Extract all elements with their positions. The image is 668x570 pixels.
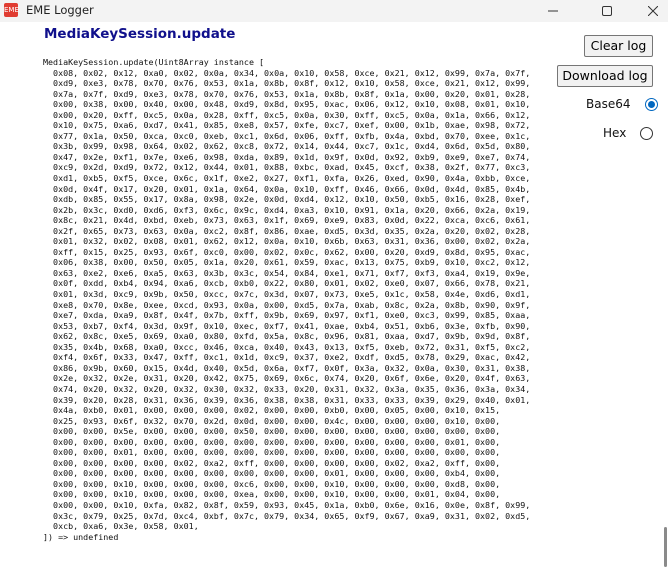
log-line: 0x00, 0x00, 0x00, 0x00, 0x00, 0x00, 0x00… xyxy=(43,468,501,479)
eme-logger-window: EME EME Logger MediaKeySession.update Me… xyxy=(0,0,668,570)
close-icon xyxy=(648,6,658,16)
log-line: 0x4a, 0xb0, 0x01, 0x00, 0x00, 0x00, 0x02… xyxy=(43,405,501,416)
close-button[interactable] xyxy=(630,0,668,22)
log-line: 0x00, 0x00, 0x10, 0xfa, 0x82, 0x8f, 0x59… xyxy=(43,499,531,510)
scrollbar-thumb[interactable] xyxy=(664,527,667,567)
log-line: MediaKeySession.update(Uint8Array instan… xyxy=(43,57,265,67)
log-line: 0x8c, 0x21, 0x4d, 0xbd, 0xeb, 0x73, 0x63… xyxy=(43,215,531,226)
log-line: 0x39, 0x20, 0x28, 0x31, 0x36, 0x39, 0x36… xyxy=(43,394,531,405)
log-line: 0x00, 0x00, 0x10, 0x00, 0x00, 0x00, 0xc6… xyxy=(43,478,501,489)
log-line: 0xd1, 0xb5, 0xf5, 0xce, 0x6c, 0x1f, 0xe2… xyxy=(43,173,531,184)
log-line: 0x10, 0x75, 0xa6, 0xd7, 0x41, 0x85, 0xe8… xyxy=(43,120,531,131)
log-line: 0x00, 0x00, 0x10, 0x00, 0x00, 0x00, 0xea… xyxy=(43,489,501,500)
clear-log-button[interactable]: Clear log xyxy=(584,35,653,57)
minimize-icon xyxy=(548,10,558,12)
vertical-scrollbar[interactable] xyxy=(663,22,668,570)
log-line: 0x63, 0xe2, 0xe6, 0xa5, 0x63, 0x3b, 0x3c… xyxy=(43,267,531,278)
download-log-button[interactable]: Download log xyxy=(557,65,653,87)
log-line: 0xdb, 0x85, 0x55, 0x17, 0x8a, 0x98, 0x2e… xyxy=(43,194,531,205)
log-line: 0x0f, 0xdd, 0xb4, 0x94, 0xa6, 0xcb, 0xb0… xyxy=(43,278,531,289)
base64-option[interactable]: Base64 xyxy=(586,97,658,111)
log-line: 0x00, 0x00, 0x00, 0x00, 0x02, 0xa2, 0xff… xyxy=(43,457,501,468)
app-logo-icon: EME xyxy=(4,3,19,17)
hex-option[interactable]: Hex xyxy=(603,126,654,140)
log-line: 0x3b, 0x99, 0x98, 0x64, 0x02, 0x62, 0xc8… xyxy=(43,141,531,152)
log-line: ]) => undefined xyxy=(43,531,119,542)
log-line: 0xe7, 0xda, 0xa9, 0x8f, 0x4f, 0x7b, 0xff… xyxy=(43,310,531,321)
log-line: 0x2b, 0x3c, 0xd0, 0xd6, 0xf3, 0x6c, 0x9c… xyxy=(43,204,531,215)
log-line: 0x06, 0x38, 0x00, 0x50, 0x05, 0x1a, 0x20… xyxy=(43,257,531,268)
window-title: EME Logger xyxy=(26,3,94,17)
log-line: 0x77, 0x1a, 0x50, 0xca, 0xc0, 0xeb, 0xc1… xyxy=(43,130,531,141)
log-line: 0x86, 0x9b, 0x60, 0x15, 0x4d, 0x40, 0x5d… xyxy=(43,362,531,373)
log-line: 0x3c, 0x79, 0x25, 0x7d, 0xc4, 0xbf, 0x7c… xyxy=(43,510,531,521)
log-line: 0xd9, 0xe3, 0x78, 0x70, 0x76, 0x53, 0x1a… xyxy=(43,78,531,89)
log-line: 0x00, 0x00, 0x5e, 0x00, 0x00, 0x00, 0x50… xyxy=(43,426,501,437)
log-line: 0xcb, 0xa6, 0x3e, 0x58, 0x01, xyxy=(43,521,199,532)
maximize-button[interactable] xyxy=(584,0,630,22)
log-line: 0x01, 0x32, 0x02, 0x08, 0x01, 0x62, 0x12… xyxy=(43,236,531,247)
base64-radio[interactable] xyxy=(644,97,658,111)
log-line: 0xe8, 0x70, 0x8e, 0xee, 0xcd, 0x93, 0x0a… xyxy=(43,299,531,310)
log-line: 0x2e, 0x32, 0x2e, 0x31, 0x20, 0x42, 0x75… xyxy=(43,373,531,384)
maximize-icon xyxy=(602,6,612,16)
log-line: 0x47, 0x2e, 0xf1, 0x7e, 0xe6, 0x98, 0xda… xyxy=(43,151,531,162)
minimize-button[interactable] xyxy=(530,0,576,22)
hex-label: Hex xyxy=(603,126,627,140)
log-content-area: MediaKeySession.update MediaKeySession.u… xyxy=(0,22,668,570)
log-line: 0x00, 0x00, 0x00, 0x00, 0x00, 0x00, 0x00… xyxy=(43,436,501,447)
log-line: 0xf4, 0x6f, 0x33, 0x47, 0xff, 0xc1, 0x1d… xyxy=(43,352,531,363)
log-line: 0x53, 0xb7, 0xf4, 0x3d, 0x9f, 0x10, 0xec… xyxy=(43,320,531,331)
log-line: 0x35, 0x4b, 0x68, 0xa0, 0xcc, 0x46, 0xca… xyxy=(43,341,531,352)
log-line: 0x00, 0x38, 0x00, 0x40, 0x00, 0x48, 0xd9… xyxy=(43,99,531,110)
base64-label: Base64 xyxy=(586,97,631,111)
log-line: 0x62, 0x8c, 0xe5, 0x69, 0xa0, 0x80, 0xfd… xyxy=(43,331,531,342)
log-line: 0x7a, 0x7f, 0xd9, 0xe3, 0x78, 0x70, 0x76… xyxy=(43,88,531,99)
log-line: 0xc9, 0x2d, 0xd9, 0x72, 0x12, 0x44, 0x01… xyxy=(43,162,531,173)
log-line: 0x0d, 0x4f, 0x17, 0x20, 0x01, 0x1a, 0x64… xyxy=(43,183,531,194)
log-output: MediaKeySession.update(Uint8Array instan… xyxy=(43,57,530,542)
log-line: 0x00, 0x00, 0x01, 0x00, 0x00, 0x00, 0x00… xyxy=(43,447,501,458)
log-line: 0xff, 0x15, 0x25, 0x93, 0x6f, 0xc0, 0x00… xyxy=(43,246,531,257)
hex-radio[interactable] xyxy=(640,126,654,140)
log-line: 0x08, 0x02, 0x12, 0xa0, 0x02, 0x0a, 0x34… xyxy=(43,67,531,78)
log-line: 0x2f, 0x65, 0x73, 0x63, 0x0a, 0xc2, 0x8f… xyxy=(43,225,531,236)
page-title: MediaKeySession.update xyxy=(44,26,236,42)
title-bar[interactable]: EME EME Logger xyxy=(0,0,668,22)
log-line: 0x74, 0x20, 0x32, 0x20, 0x32, 0x30, 0x32… xyxy=(43,383,531,394)
log-line: 0x25, 0x93, 0x6f, 0x32, 0x70, 0x2d, 0x0d… xyxy=(43,415,501,426)
log-line: 0x00, 0x20, 0xff, 0xc5, 0x0a, 0x28, 0xff… xyxy=(43,109,531,120)
log-line: 0x01, 0x3d, 0xc9, 0x9b, 0x50, 0xcc, 0x7c… xyxy=(43,289,531,300)
